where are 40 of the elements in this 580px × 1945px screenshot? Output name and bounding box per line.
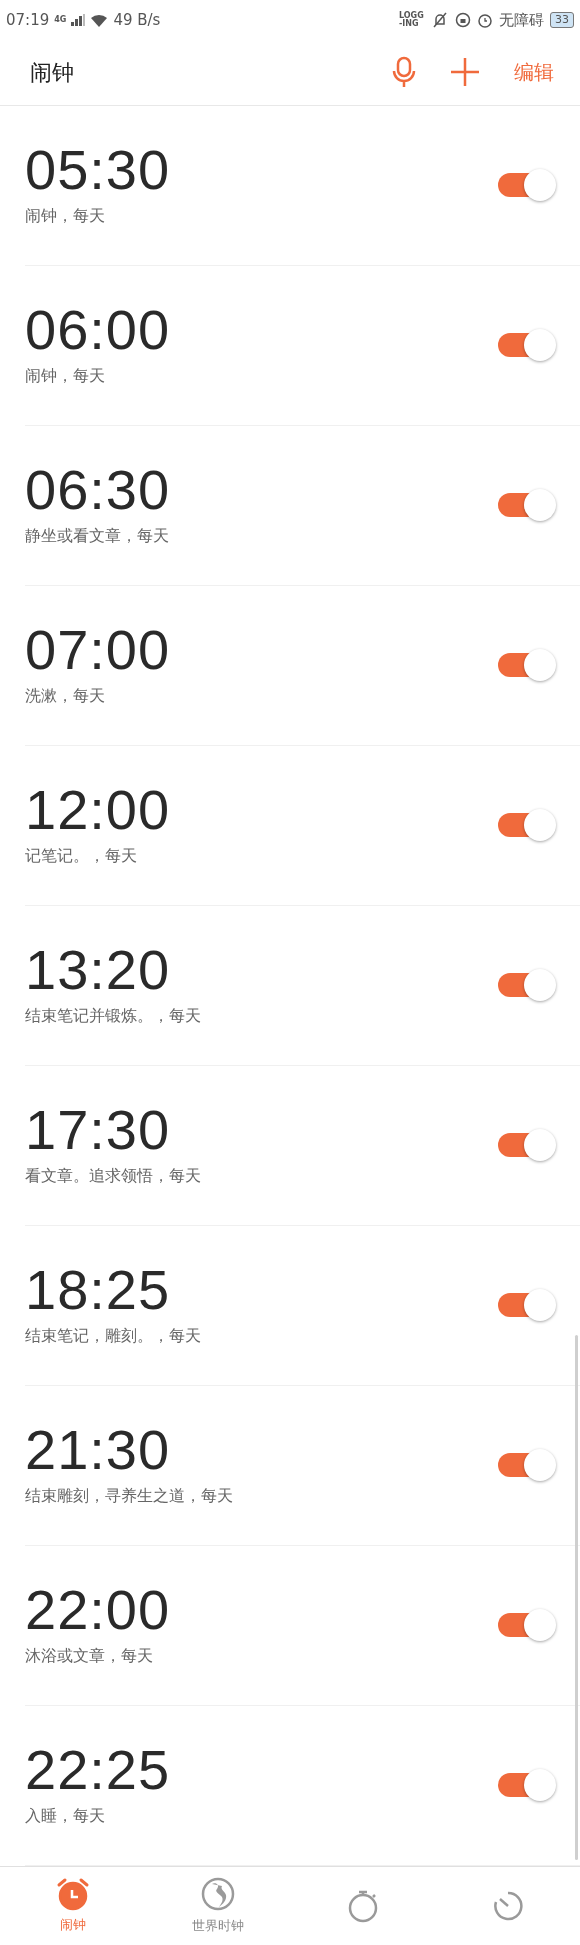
alarm-label: 洗漱，每天 bbox=[25, 685, 106, 708]
add-icon[interactable] bbox=[450, 57, 480, 88]
network-speed: 49 B/s bbox=[113, 9, 161, 31]
signal-icon bbox=[71, 13, 86, 26]
alarm-time: 05:30 bbox=[25, 142, 171, 199]
bell-muted-icon bbox=[431, 11, 449, 28]
alarm-label: 静坐或看文章，每天 bbox=[25, 525, 170, 548]
rotation-lock-icon bbox=[455, 11, 471, 28]
alarm-label: 沐浴或文章，每天 bbox=[25, 1645, 154, 1668]
alarm-label: 入睡，每天 bbox=[25, 1805, 106, 1828]
nav-tab[interactable]: 闹钟 bbox=[0, 1866, 145, 1945]
alarm-time: 18:25 bbox=[25, 1262, 172, 1319]
accessibility-status: 无障碍 bbox=[499, 9, 544, 31]
alarm-label: 结束笔记，雕刻。，每天 bbox=[25, 1325, 201, 1348]
battery-indicator: 33 bbox=[550, 11, 574, 28]
edit-button[interactable]: 编辑 bbox=[514, 57, 554, 88]
alarm-label: 闹钟，每天 bbox=[25, 205, 106, 228]
logging-indicator: LOGG-ING bbox=[399, 11, 425, 28]
alarm-label: 结束雕刻，寻养生之道，每天 bbox=[25, 1485, 233, 1508]
alarm-time: 07:00 bbox=[25, 622, 171, 679]
alarm-time: 21:30 bbox=[25, 1422, 172, 1479]
nav-tab[interactable]: 世界时钟 bbox=[145, 1866, 290, 1945]
globe-icon bbox=[199, 1876, 236, 1913]
clock-time: 07:19 bbox=[6, 9, 50, 31]
alarm-time: 12:00 bbox=[25, 782, 171, 839]
alarm-clock-icon bbox=[477, 11, 493, 28]
page-title: 闹钟 bbox=[30, 58, 74, 87]
alarm-label: 闹钟，每天 bbox=[25, 365, 106, 388]
microphone-icon[interactable] bbox=[392, 56, 416, 89]
alarm-label: 结束笔记并锻炼。，每天 bbox=[25, 1005, 201, 1028]
network-type: 4G bbox=[54, 15, 67, 24]
alarm-time: 13:20 bbox=[25, 942, 172, 999]
alarm-time: 06:30 bbox=[25, 462, 171, 519]
alarm-label: 记笔记。，每天 bbox=[25, 845, 138, 868]
alarm-time: 22:00 bbox=[25, 1582, 171, 1639]
alarm-time: 22:25 bbox=[25, 1742, 171, 1799]
alarm-time: 17:30 bbox=[25, 1102, 172, 1159]
alarm-time: 06:00 bbox=[25, 302, 171, 359]
alarm-label: 看文章。追求领悟，每天 bbox=[25, 1165, 201, 1188]
wifi-icon bbox=[90, 12, 109, 27]
